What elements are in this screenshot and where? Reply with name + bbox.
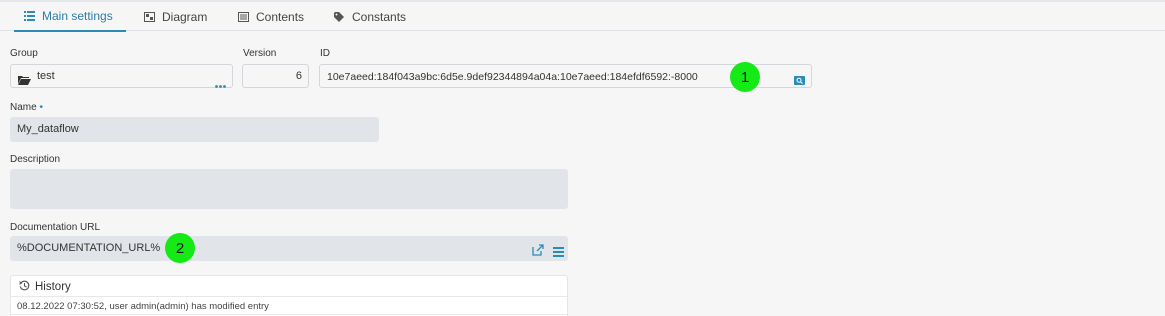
tag-icon <box>334 12 345 22</box>
history-panel: History 08.12.2022 07:30:52, user admin(… <box>10 275 568 316</box>
history-title-text: History <box>35 281 71 293</box>
description-label: Description <box>10 154 61 165</box>
history-entry: 08.12.2022 07:30:52, user admin(admin) h… <box>17 301 269 312</box>
divider <box>11 314 567 315</box>
annotation-marker-1: 1 <box>730 62 760 92</box>
name-input[interactable]: My_dataflow <box>10 117 379 142</box>
version-label: Version <box>243 48 277 59</box>
name-label: Name • <box>10 102 43 113</box>
contents-icon <box>238 12 249 22</box>
doc-url-value: %DOCUMENTATION_URL% <box>17 242 161 254</box>
list-icon <box>24 11 35 21</box>
annotation-marker-2: 2 <box>165 233 195 263</box>
history-title: History <box>19 280 71 294</box>
external-link-icon[interactable] <box>532 243 544 261</box>
tab-label: Diagram <box>162 10 208 24</box>
history-icon <box>19 280 30 294</box>
tab-label: Contents <box>256 10 305 24</box>
tab-label: Main settings <box>42 9 113 23</box>
group-value: test <box>37 70 55 82</box>
required-mark: • <box>39 102 43 113</box>
id-value: 10e7aeed:184f043a9bc:6d5e.9def92344894a0… <box>327 71 698 83</box>
description-input[interactable] <box>10 169 568 209</box>
tab-diagram[interactable]: Diagram <box>144 2 207 32</box>
tab-bar: Main settings Diagram Contents Constants <box>0 0 1165 32</box>
version-field: 6 <box>242 64 309 88</box>
divider <box>11 296 567 297</box>
group-label: Group <box>10 48 38 59</box>
doc-url-label: Documentation URL <box>10 222 101 233</box>
tab-constants[interactable]: Constants <box>334 2 406 32</box>
menu-icon[interactable] <box>553 244 564 262</box>
name-label-text: Name <box>10 102 37 113</box>
version-value: 6 <box>295 70 302 82</box>
tab-contents[interactable]: Contents <box>238 2 304 32</box>
doc-url-input[interactable]: %DOCUMENTATION_URL% <box>10 236 568 261</box>
diagram-icon <box>144 12 155 22</box>
more-options-icon[interactable] <box>215 75 226 93</box>
tab-label: Constants <box>352 10 407 24</box>
id-label: ID <box>320 48 330 59</box>
group-field[interactable]: test <box>10 64 233 88</box>
name-value: My_dataflow <box>17 123 79 135</box>
tab-main-settings[interactable]: Main settings <box>14 2 126 32</box>
search-id-icon[interactable] <box>794 72 805 90</box>
folder-icon <box>18 72 31 90</box>
